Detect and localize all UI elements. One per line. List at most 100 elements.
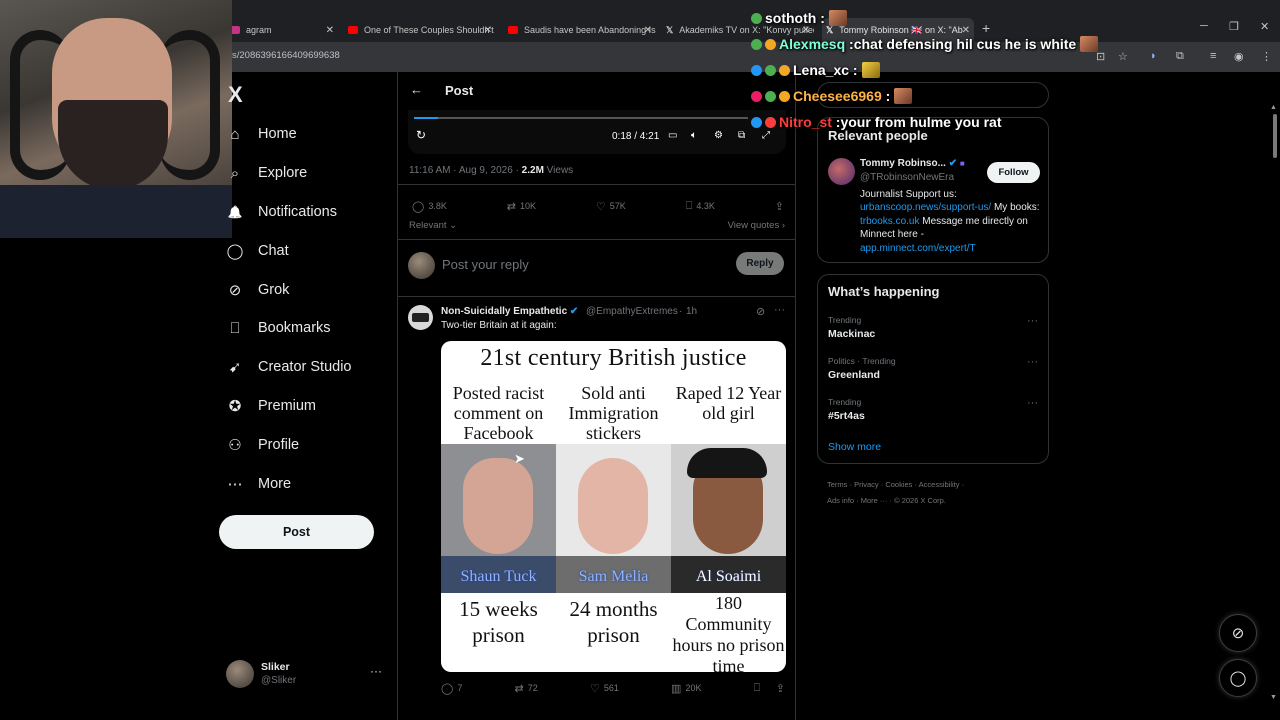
reply-button[interactable]: Reply [736, 252, 784, 275]
heart-icon: ♡ [589, 682, 600, 695]
scroll-down-icon[interactable]: ▼ [1270, 694, 1277, 701]
footer-links[interactable]: Ads info · More ··· · © 2026 X Corp. [827, 496, 946, 505]
account-more-icon[interactable]: ··· [370, 664, 382, 678]
sidebar-item-premium[interactable]: ✪ Premium [226, 387, 396, 426]
media-icon[interactable]: ≡ [1210, 50, 1216, 62]
minimize-icon[interactable]: ─ [1200, 20, 1208, 32]
tab-close-icon[interactable]: ✕ [644, 25, 652, 36]
sidebar-item-bookmarks[interactable]: ⎕ Bookmarks [226, 309, 396, 348]
extensions-icon[interactable]: ⧉ [1176, 50, 1184, 63]
sidebar-item-explore[interactable]: ⌕ Explore [226, 154, 396, 193]
chat-emote-icon [828, 10, 847, 26]
reply-action[interactable]: ◯ 3.8K [412, 198, 447, 214]
window-close-icon[interactable]: ✕ [1260, 20, 1269, 33]
meme-crime-3: Raped 12 Year old girl [675, 383, 782, 423]
post-meta: 11:16 AM · Aug 9, 2026 · 2.2M Views [409, 165, 574, 176]
follow-button[interactable]: Follow [987, 162, 1040, 183]
divider [398, 296, 795, 297]
audio-icon[interactable]: ◗ [1150, 50, 1157, 62]
like-action[interactable]: ♡ 57K [596, 198, 626, 214]
bell-icon: 🔔 [227, 204, 243, 219]
tab-close-icon[interactable]: ✕ [326, 25, 334, 36]
person-name[interactable]: Tommy Robinso... ✔ ■ [860, 158, 965, 169]
scrollbar-thumb[interactable] [1273, 114, 1277, 158]
bio-link[interactable]: app.minnect.com/expert/T [860, 243, 976, 254]
repost-action[interactable]: ⇄ 72 [515, 680, 538, 696]
profile-icon: ⚇ [228, 436, 242, 454]
more-icon[interactable]: ··· [1027, 356, 1038, 368]
video-progress-bar[interactable] [414, 117, 748, 119]
trend-item[interactable]: Trending #5rt4as ··· [828, 397, 1038, 422]
avatar [226, 660, 254, 688]
footer-links[interactable]: Terms · Privacy · Cookies · Accessibilit… [827, 480, 964, 489]
more-icon[interactable]: ··· [1027, 397, 1038, 409]
x-logo-icon[interactable]: X [228, 82, 243, 108]
browser-tab[interactable]: Saudis have been Abandoning Islam ✕ [508, 18, 656, 42]
captions-icon[interactable]: ▭ [668, 130, 677, 141]
settings-icon[interactable]: ⚙ [714, 130, 723, 141]
chat-badge-icon [751, 38, 762, 50]
sidebar-nav: ⌂ Home ⌕ Explore 🔔 Notifications ◯ Chat ⊘ Gro… [226, 115, 396, 503]
reply-input[interactable]: Post your reply [442, 257, 529, 272]
grok-float-icon[interactable]: ⊘ [1219, 614, 1257, 652]
browser-tab[interactable]: One of These Couples Shouldn't Be Toge ✕ [348, 18, 496, 42]
search-icon: ⌕ [230, 164, 240, 182]
bookmark-share-actions[interactable]: ⎕ ⇪ [754, 680, 785, 696]
tweet-time[interactable]: 1h [686, 306, 697, 317]
reply-action[interactable]: ◯ 7 [441, 680, 462, 696]
sidebar-item-grok[interactable]: ⊘ Grok [226, 270, 396, 309]
tweet-image[interactable]: 21st century British justice Posted raci… [441, 341, 786, 672]
heart-icon: ♡ [595, 200, 606, 213]
sidebar-item-more[interactable]: ⋯ More [226, 464, 396, 503]
repost-action[interactable]: ⇄ 10K [507, 198, 536, 214]
sidebar-item-creator-studio[interactable]: ➹ Creator Studio [226, 348, 396, 387]
volume-icon[interactable]: 🔈︎ [691, 130, 697, 141]
share-action[interactable]: ⇪ [775, 198, 784, 214]
tweet-author-handle[interactable]: @EmpathyExtremes [586, 306, 678, 317]
messages-float-icon[interactable]: ◯ [1219, 659, 1257, 697]
rocket-icon: ➹ [228, 359, 242, 377]
chat-badge-icon [751, 12, 762, 24]
trend-item[interactable]: Trending Mackinac ··· [828, 315, 1038, 340]
share-icon: ⇪ [774, 200, 784, 213]
pip-icon[interactable]: ⧉ [738, 130, 745, 141]
url-field[interactable]: s/2086396166409699638 [232, 50, 340, 61]
sidebar-item-chat[interactable]: ◯ Chat [226, 231, 396, 270]
like-action[interactable]: ♡ 561 [590, 680, 619, 696]
chat-icon: ◯ [226, 242, 244, 260]
sidebar-item-notifications[interactable]: 🔔 Notifications [226, 193, 396, 232]
browser-menu-icon[interactable]: ⋮ [1261, 50, 1272, 63]
more-icon[interactable]: ··· [774, 304, 785, 316]
verified-badge-icon: ✔ [948, 158, 958, 169]
video-player[interactable]: ↻ 0:18 / 4:21 ▭ 🔈︎ ⚙ ⧉ ⤢ [408, 110, 786, 154]
bio-link[interactable]: trbooks.co.uk [860, 216, 919, 227]
sidebar-item-home[interactable]: ⌂ Home [226, 115, 396, 154]
bio-link[interactable]: urbanscoop.news/support-us/ [860, 202, 991, 213]
grok-icon: ⊘ [228, 281, 242, 299]
replay-icon[interactable]: ↻ [416, 128, 426, 142]
show-more-link[interactable]: Show more [828, 441, 881, 453]
back-arrow-icon[interactable]: ← [410, 82, 423, 97]
sidebar-item-profile[interactable]: ⚇ Profile [226, 425, 396, 464]
profile-avatar-icon[interactable]: ◉ [1234, 50, 1244, 63]
share-icon: ⇪ [775, 682, 785, 695]
view-quotes-link[interactable]: View quotes › [728, 220, 785, 231]
avatar[interactable] [408, 305, 433, 330]
post-button[interactable]: Post [219, 515, 374, 549]
star-icon[interactable]: ☆ [1118, 50, 1128, 63]
chat-emote-icon [1080, 36, 1099, 52]
post-header: ← Post [398, 72, 795, 110]
avatar[interactable] [828, 158, 855, 185]
maximize-icon[interactable]: ❐ [1229, 20, 1239, 33]
tweet-author-name[interactable]: Non-Suicidally Empathetic ✔ [441, 306, 578, 317]
grok-icon[interactable]: ⊘ [756, 305, 765, 318]
bookmark-action[interactable]: ⎕ 4.3K [686, 198, 715, 214]
browser-tab[interactable]: agram ✕ [230, 18, 338, 42]
account-switcher[interactable]: Sliker @Sliker ··· [226, 658, 386, 690]
sort-dropdown[interactable]: Relevant ⌄ [409, 220, 457, 231]
scroll-up-icon[interactable]: ▲ [1270, 104, 1277, 111]
views-action[interactable]: ▥ 20K [671, 680, 701, 696]
more-icon[interactable]: ··· [1027, 315, 1038, 327]
trend-item[interactable]: Politics · Trending Greenland ··· [828, 356, 1038, 381]
tab-close-icon[interactable]: ✕ [484, 25, 492, 36]
